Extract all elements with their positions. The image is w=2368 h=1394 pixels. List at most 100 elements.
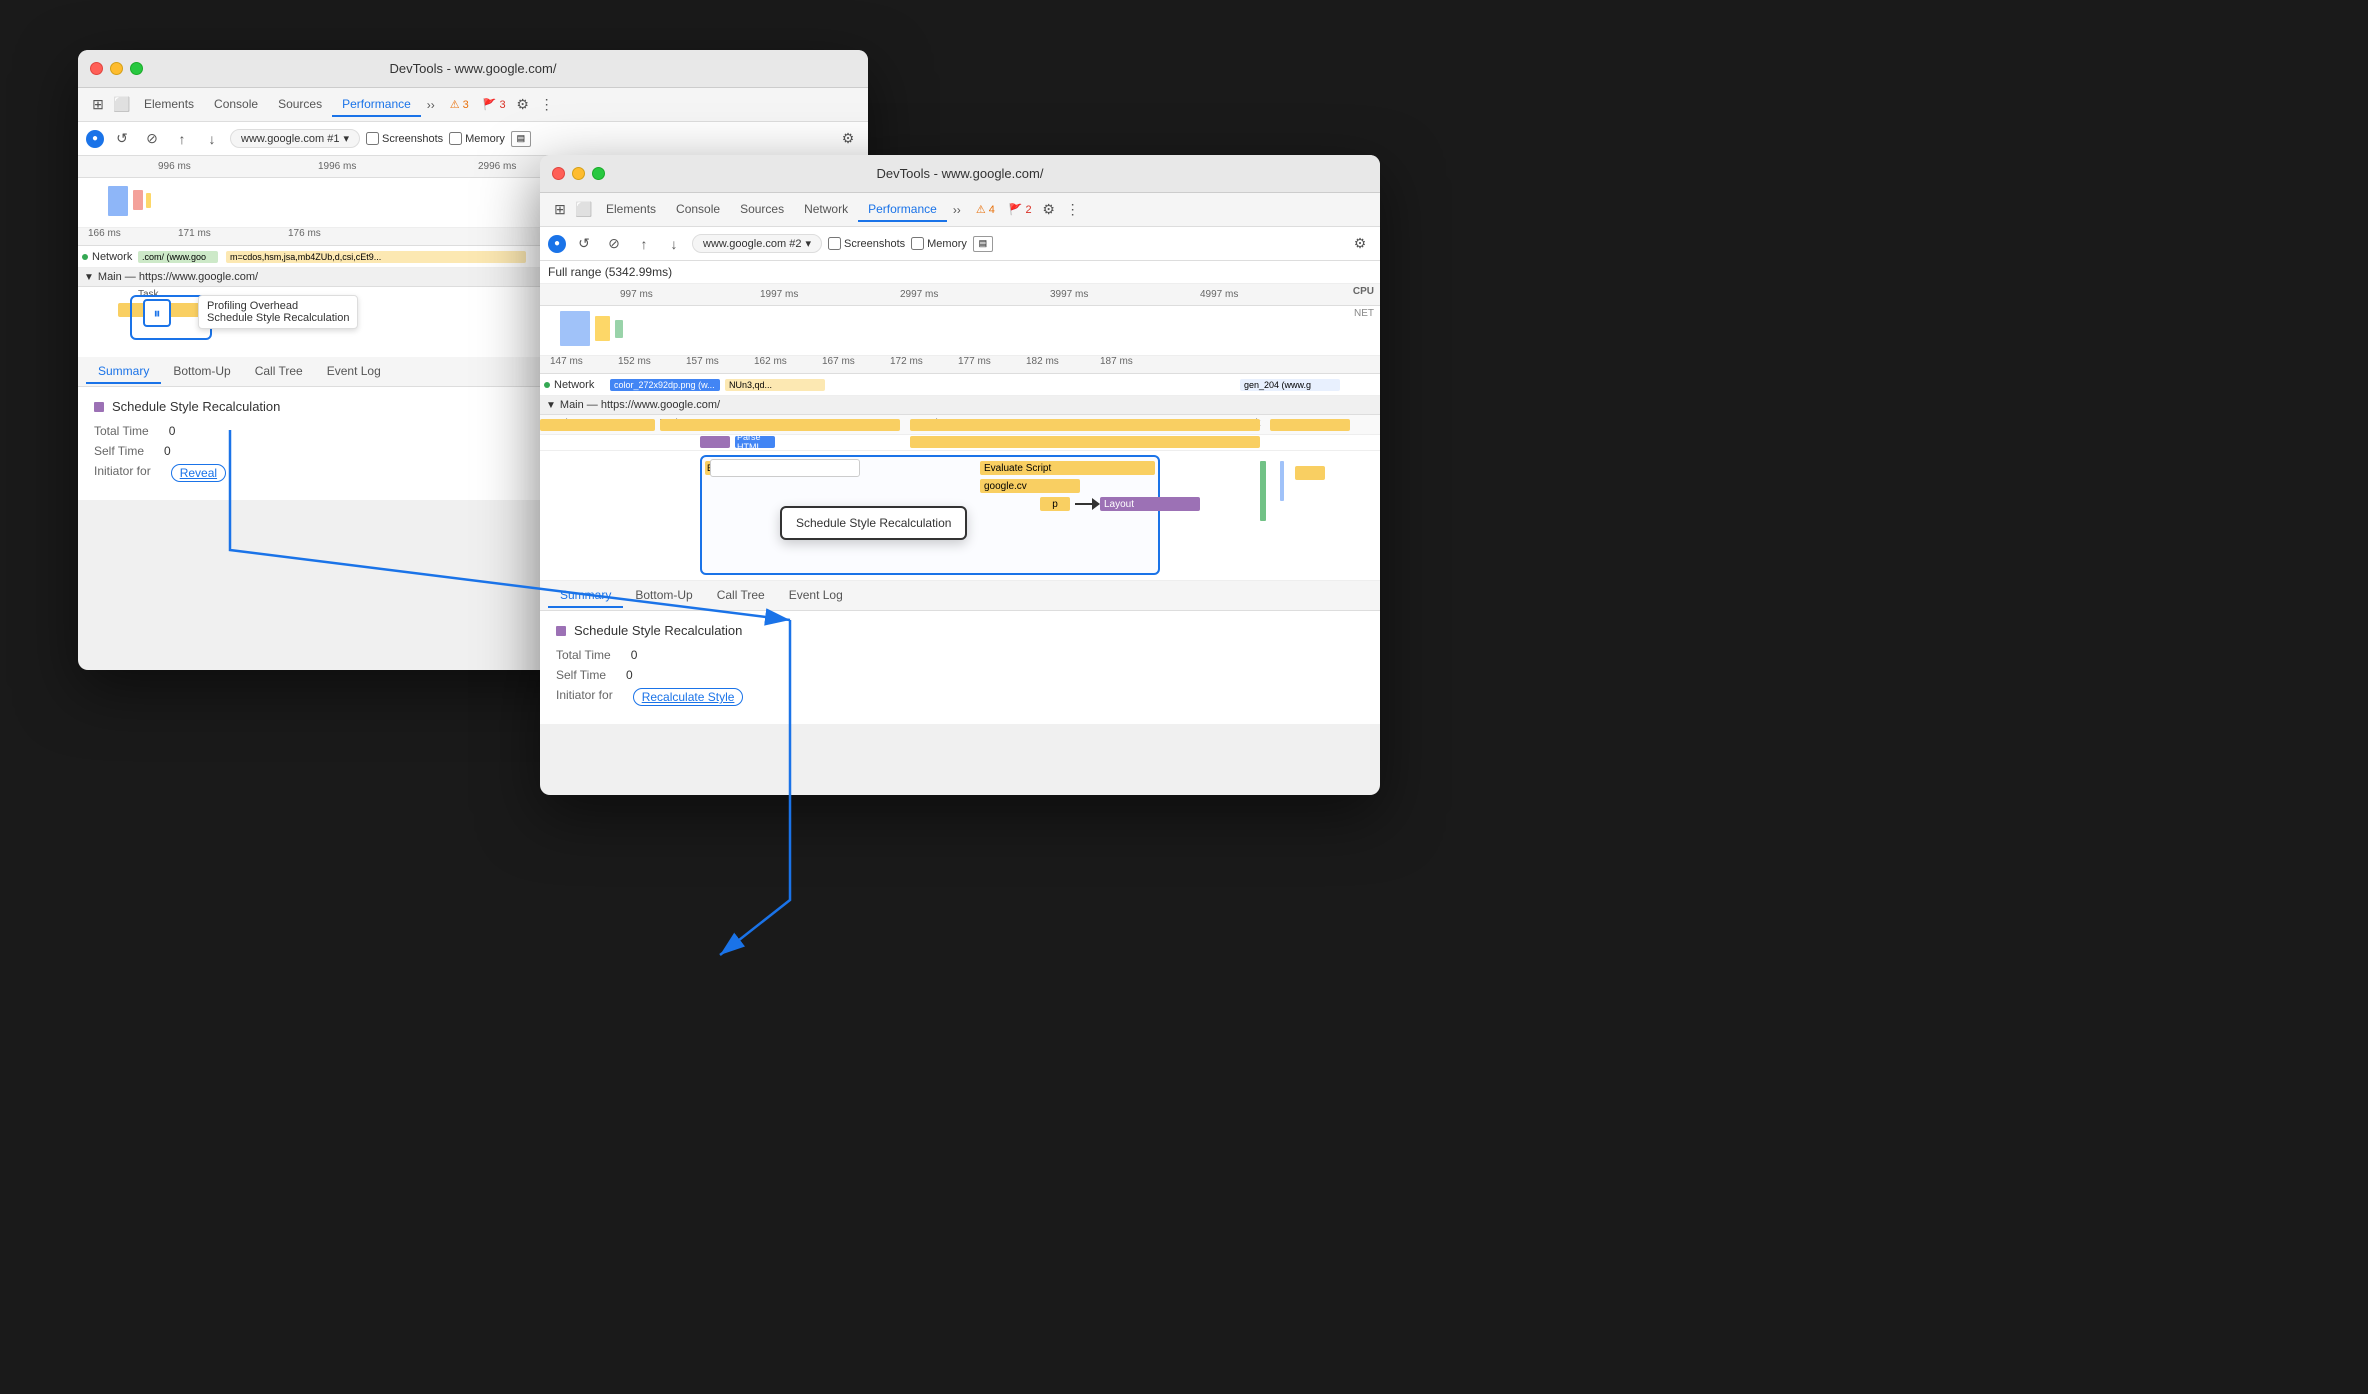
reload-btn-back[interactable]: ↺ [110, 127, 134, 151]
front-subtask-row1: Parse HTML [540, 435, 1380, 451]
tab-sources-front[interactable]: Sources [730, 198, 794, 222]
front-tasks-row: Task Task Task Task [540, 415, 1380, 435]
url-selector-back[interactable]: www.google.com #1 ▾ [230, 129, 360, 148]
evaluate-script-bar-front[interactable]: Evaluate Script [980, 461, 1155, 475]
maximize-button-back[interactable] [130, 62, 143, 75]
main-label-front: Main — https://www.google.com/ [560, 399, 720, 411]
settings-icon-front[interactable]: ⚙ [1037, 198, 1061, 222]
mini-bar-front-3 [615, 320, 623, 338]
maximize-button-front[interactable] [592, 167, 605, 180]
pause-icon-back: ⏸ [143, 299, 171, 327]
profiling-tooltip-back: Profiling Overhead Schedule Style Recalc… [198, 295, 358, 329]
task-bar-front-4[interactable] [1270, 419, 1350, 431]
time-mark-1-back: 996 ms [158, 161, 191, 172]
net-label-front: NET [1354, 308, 1374, 319]
memory-check-back[interactable]: Memory [449, 132, 505, 145]
screenshots-check-back[interactable]: Screenshots [366, 132, 443, 145]
more-tabs-front[interactable]: ›› [947, 199, 967, 221]
error-badge-front: 🚩 2 [1004, 201, 1037, 218]
mini-bar-2 [133, 190, 143, 210]
layout-bar-front[interactable]: Layout [1100, 497, 1200, 511]
arrow-head-front [1092, 498, 1100, 510]
memory-check-front[interactable]: Memory [911, 237, 967, 250]
time-mark-2-back: 1996 ms [318, 161, 356, 172]
back-rec-toolbar: ● ↺ ⊘ ↑ ↓ www.google.com #1 ▾ Screenshot… [78, 122, 868, 156]
minimize-button-back[interactable] [110, 62, 123, 75]
more-icon-front[interactable]: ⋮ [1061, 198, 1085, 222]
tab-sources-back[interactable]: Sources [268, 93, 332, 117]
inspect-icon[interactable]: ⊞ [86, 93, 110, 117]
back-window-title: DevTools - www.google.com/ [90, 61, 856, 76]
ov-mark-2: 1997 ms [760, 289, 798, 300]
screenshots-check-front[interactable]: Screenshots [828, 237, 905, 250]
back-tab-bar: ⊞ ⬜ Elements Console Sources Performance… [78, 88, 868, 122]
clear-btn-front[interactable]: ⊘ [602, 232, 626, 256]
tab-elements-back[interactable]: Elements [134, 93, 204, 117]
front-total-time-row: Total Time 0 [556, 648, 1364, 662]
upload-btn-back[interactable]: ↑ [170, 127, 194, 151]
reveal-link-back[interactable]: Reveal [171, 464, 226, 482]
settings-perf-icon-front[interactable]: ⚙ [1348, 232, 1372, 256]
settings-icon-back[interactable]: ⚙ [511, 93, 535, 117]
more-icon-back[interactable]: ⋮ [535, 93, 559, 117]
tab-console-front[interactable]: Console [666, 198, 730, 222]
ov-mark-5: 4997 ms [1200, 289, 1238, 300]
white-bar-front [710, 459, 860, 477]
network-bar-query-back: m=cdos,hsm,jsa,mb4ZUb,d,csi,cEt9... [226, 251, 526, 263]
main-chevron-front[interactable]: ▼ [546, 400, 556, 411]
network-bar-front-1: color_272x92dp.png (w... [610, 379, 720, 391]
more-tabs-back[interactable]: ›› [421, 94, 441, 116]
parse-html-bar[interactable]: Parse HTML [735, 436, 775, 448]
ov-mark-4: 3997 ms [1050, 289, 1088, 300]
main-label-back: Main — https://www.google.com/ [98, 271, 258, 283]
record-btn-back[interactable]: ● [86, 130, 104, 148]
tab-eventlog-back[interactable]: Event Log [315, 360, 393, 384]
tab-eventlog-front[interactable]: Event Log [777, 584, 855, 608]
download-btn-front[interactable]: ↓ [662, 232, 686, 256]
tab-summary-front[interactable]: Summary [548, 584, 623, 608]
mini-bar-3 [146, 193, 151, 208]
front-bottom-tabs: Summary Bottom-Up Call Tree Event Log [540, 581, 1380, 611]
url-selector-front[interactable]: www.google.com #2 ▾ [692, 234, 822, 253]
tab-elements-front[interactable]: Elements [596, 198, 666, 222]
network-indicator [82, 254, 88, 260]
eval-bar-1[interactable] [910, 436, 1260, 448]
warning-badge-front: ⚠ 4 [971, 201, 1000, 218]
recalculate-link-front[interactable]: Recalculate Style [633, 688, 744, 706]
cpu-label-front: CPU [1353, 286, 1374, 297]
close-button-front[interactable] [552, 167, 565, 180]
network-bar-front-3: gen_204 (www.g [1240, 379, 1340, 391]
device-icon-front[interactable]: ⬜ [572, 198, 596, 222]
ov-mark-1: 997 ms [620, 289, 653, 300]
record-btn-front[interactable]: ● [548, 235, 566, 253]
tab-bottomup-back[interactable]: Bottom-Up [161, 360, 242, 384]
p-bar-front[interactable]: p [1040, 497, 1070, 511]
clear-btn-back[interactable]: ⊘ [140, 127, 164, 151]
tab-calltree-back[interactable]: Call Tree [243, 360, 315, 384]
tab-performance-back[interactable]: Performance [332, 93, 421, 117]
google-cv-bar-front[interactable]: google.cv [980, 479, 1080, 493]
yellow-bar-right-1 [1295, 466, 1325, 480]
inspect-icon-front[interactable]: ⊞ [548, 198, 572, 222]
task-bar-front-3[interactable] [910, 419, 1260, 431]
tab-bottomup-front[interactable]: Bottom-Up [623, 584, 704, 608]
front-main-header: ▼ Main — https://www.google.com/ [540, 396, 1380, 415]
settings-perf-icon-back[interactable]: ⚙ [836, 127, 860, 151]
front-rec-toolbar: ● ↺ ⊘ ↑ ↓ www.google.com #2 ▾ Screenshot… [540, 227, 1380, 261]
reload-btn-front[interactable]: ↺ [572, 232, 596, 256]
upload-btn-front[interactable]: ↑ [632, 232, 656, 256]
tab-console-back[interactable]: Console [204, 93, 268, 117]
download-btn-back[interactable]: ↓ [200, 127, 224, 151]
tab-performance-front[interactable]: Performance [858, 198, 947, 222]
close-button-back[interactable] [90, 62, 103, 75]
tab-network-front[interactable]: Network [794, 198, 858, 222]
task-bar-front-1[interactable] [540, 419, 655, 431]
parse-bar-1[interactable] [700, 436, 730, 448]
minimize-button-front[interactable] [572, 167, 585, 180]
tab-calltree-front[interactable]: Call Tree [705, 584, 777, 608]
device-icon[interactable]: ⬜ [110, 93, 134, 117]
main-chevron-back[interactable]: ▼ [84, 272, 94, 283]
tab-summary-back[interactable]: Summary [86, 360, 161, 384]
task-bar-front-2[interactable] [660, 419, 900, 431]
warning-badge-back: ⚠ 3 [445, 96, 474, 113]
